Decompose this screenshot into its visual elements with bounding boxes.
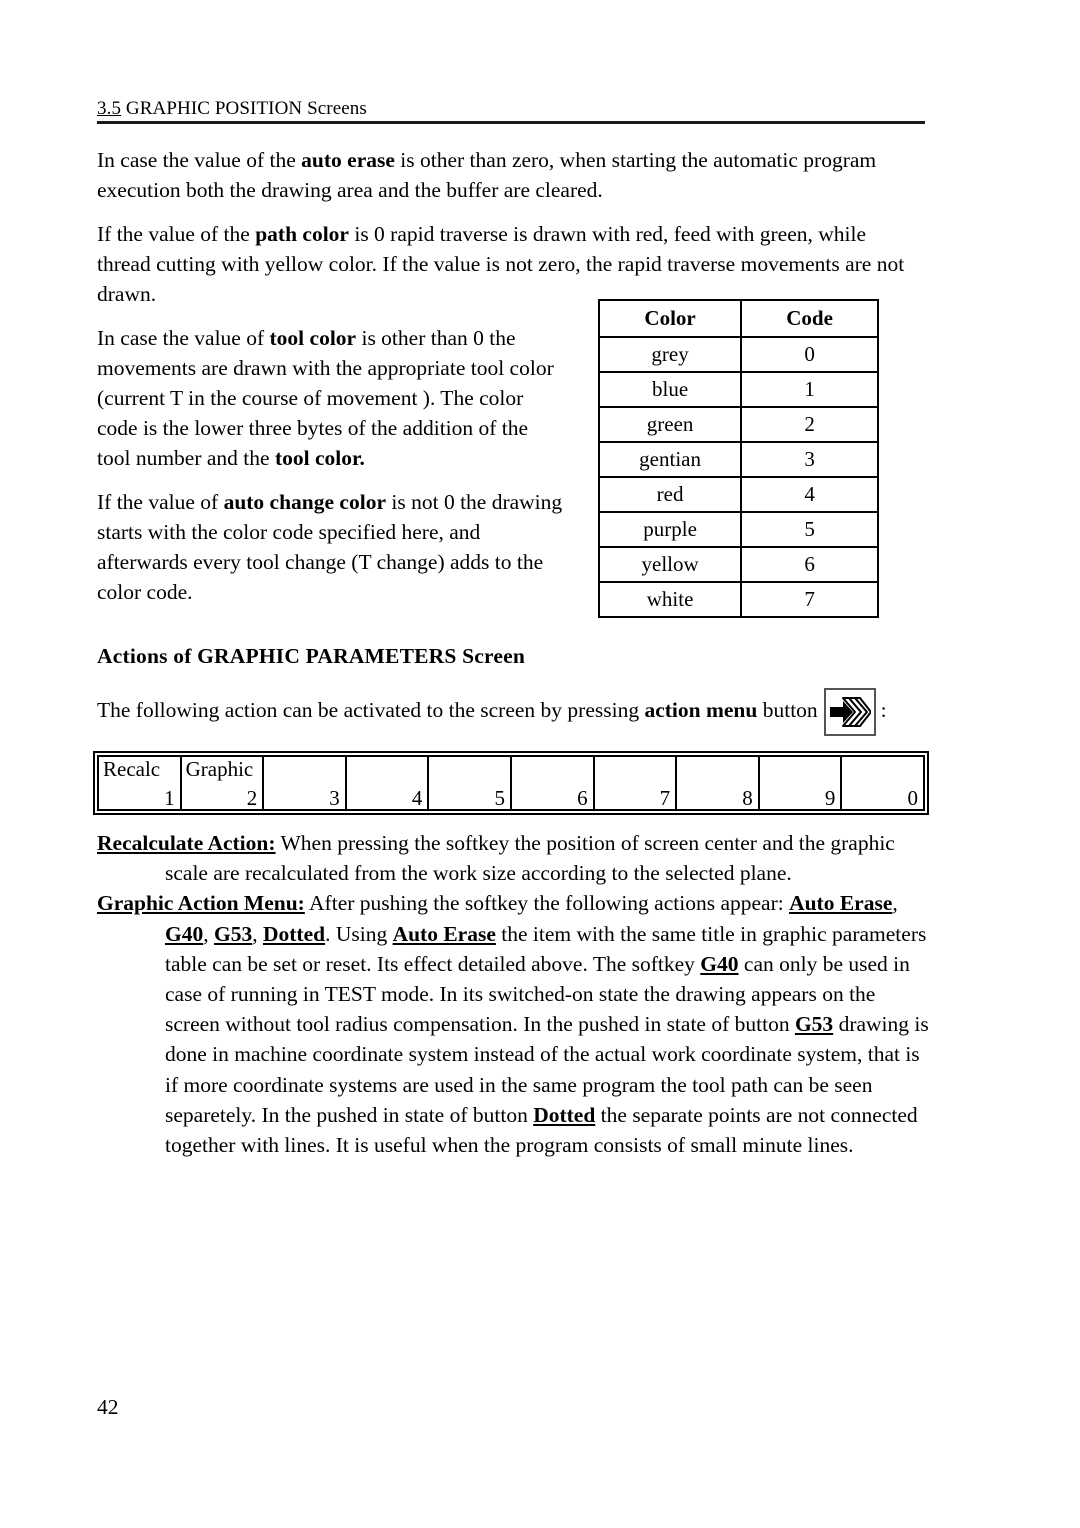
table-row: grey 0 [597, 336, 879, 373]
softkey-number: 5 [494, 786, 505, 809]
cell-color-code: 7 [740, 581, 879, 618]
paragraph-auto-erase: In case the value of the auto erase is o… [97, 145, 925, 205]
softkey-7[interactable]: 7 [595, 757, 678, 809]
cell-color-name: red [597, 476, 743, 513]
page-number: 42 [97, 1395, 119, 1419]
softkey-label: Recalc [103, 757, 161, 781]
running-header: 3.5 GRAPHIC POSITION Screens [97, 98, 925, 124]
definition-term-graphic-action-menu: Graphic Action Menu: [97, 891, 305, 916]
bold-term-auto-change-color: auto change color [223, 490, 386, 514]
cell-color-code: 4 [740, 476, 879, 513]
bold-term-tool-color-2: tool color. [274, 446, 365, 470]
keyword-auto-erase-2: Auto Erase [392, 921, 496, 946]
cell-color-code: 3 [740, 441, 879, 478]
header-section-number: 3.5 [97, 98, 122, 119]
bold-term-auto-erase: auto erase [301, 148, 395, 172]
table-row: red 4 [597, 476, 879, 513]
cell-color-code: 2 [740, 406, 879, 443]
column-header-color: Color [597, 299, 743, 338]
definition-term-recalculate: Recalculate Action: [97, 831, 276, 855]
cell-color-code: 0 [740, 336, 879, 373]
action-menu-icon[interactable] [823, 688, 876, 736]
keyword-g40-2: G40 [700, 951, 739, 976]
header-rule [97, 121, 925, 124]
cell-color-name: green [597, 406, 743, 443]
document-page: 3.5 GRAPHIC POSITION Screens In case the… [0, 0, 1080, 1528]
header-section-title: GRAPHIC POSITION Screens [121, 98, 367, 119]
keyword-g40: G40 [165, 921, 204, 946]
bold-term-action-menu: action menu [644, 697, 758, 722]
softkey-number: 8 [742, 786, 753, 809]
softkey-number: 3 [329, 786, 340, 809]
softkey-bar: Recalc 1 Graphic 2 3 4 5 6 7 8 9 0 [97, 755, 925, 811]
softkey-number: 7 [659, 786, 671, 809]
cell-color-code: 5 [740, 511, 879, 548]
softkey-number: 2 [246, 786, 258, 809]
keyword-dotted: Dotted [262, 921, 326, 946]
table-row: gentian 3 [597, 441, 879, 478]
text-run: . Using [325, 921, 393, 946]
definition-list: Recalculate Action: When pressing the so… [97, 828, 929, 1160]
text-run: The following action can be activated to… [97, 697, 645, 722]
softkey-number: 6 [577, 786, 588, 809]
keyword-auto-erase: Auto Erase [789, 891, 893, 916]
paragraph-auto-change-color: If the value of auto change color is not… [97, 487, 565, 607]
cell-color-name: gentian [597, 441, 743, 478]
softkey-5[interactable]: 5 [429, 757, 512, 809]
softkey-graphic[interactable]: Graphic 2 [182, 757, 265, 809]
definition-graphic-action-menu: Graphic Action Menu: After pushing the s… [97, 888, 929, 1160]
definition-recalculate-action: Recalculate Action: When pressing the so… [97, 828, 929, 888]
cell-color-name: grey [597, 336, 743, 373]
text-run: , [203, 921, 214, 946]
softkey-recalc[interactable]: Recalc 1 [99, 757, 182, 809]
bold-term-path-color: path color [255, 222, 349, 246]
paragraph-tool-color: In case the value of tool color is other… [97, 323, 565, 473]
softkey-number: 9 [824, 786, 836, 809]
table-row: white 7 [597, 581, 879, 618]
softkey-label: Graphic [185, 757, 254, 781]
keyword-dotted-2: Dotted [533, 1102, 596, 1127]
color-table-body: grey 0 blue 1 green 2 gentian 3 red 4 purple 5 yello… [597, 336, 879, 618]
cell-color-name: white [597, 581, 743, 618]
softkey-0[interactable]: 0 [842, 757, 923, 809]
softkey-8[interactable]: 8 [677, 757, 760, 809]
table-row: purple 5 [597, 511, 879, 548]
keyword-g53-2: G53 [794, 1012, 834, 1037]
color-code-table: Color Code grey 0 blue 1 green 2 gentian 3 red 4 p… [597, 299, 879, 618]
text-run: , [252, 921, 263, 946]
text-run: button [757, 697, 818, 722]
column-header-code: Code [740, 299, 879, 338]
bold-term-tool-color: tool color [269, 326, 357, 350]
text-run: If the value of the [97, 222, 256, 246]
softkey-number: 0 [907, 786, 918, 809]
text-run: If the value of [97, 490, 224, 514]
text-run: , [892, 891, 898, 916]
table-header-row: Color Code [597, 299, 879, 338]
table-row: blue 1 [597, 371, 879, 408]
cell-color-code: 6 [740, 546, 879, 583]
subheading-actions-of-graphic-parameters: Actions of GRAPHIC PARAMETERS Screen [97, 644, 526, 668]
softkey-number: 4 [411, 786, 423, 809]
softkey-4[interactable]: 4 [347, 757, 430, 809]
softkey-6[interactable]: 6 [512, 757, 595, 809]
cell-color-name: blue [597, 371, 743, 408]
cell-color-code: 1 [740, 371, 879, 408]
softkey-number: 1 [164, 786, 175, 809]
softkey-3[interactable]: 3 [264, 757, 347, 809]
header-title: 3.5 GRAPHIC POSITION Screens [97, 98, 925, 120]
paragraph-path-color: If the value of the path color is 0 rapi… [97, 219, 925, 309]
action-menu-sentence: The following action can be activated to… [97, 688, 937, 736]
text-run: In case the value of [97, 326, 270, 350]
text-run: After pushing the softkey the following … [304, 891, 790, 916]
softkey-9[interactable]: 9 [760, 757, 843, 809]
table-row: green 2 [597, 406, 879, 443]
table-row: yellow 6 [597, 546, 879, 583]
keyword-g53: G53 [213, 921, 253, 946]
text-run: In case the value of the [97, 148, 302, 172]
text-run: : [880, 697, 887, 722]
cell-color-name: purple [597, 511, 743, 548]
cell-color-name: yellow [597, 546, 743, 583]
